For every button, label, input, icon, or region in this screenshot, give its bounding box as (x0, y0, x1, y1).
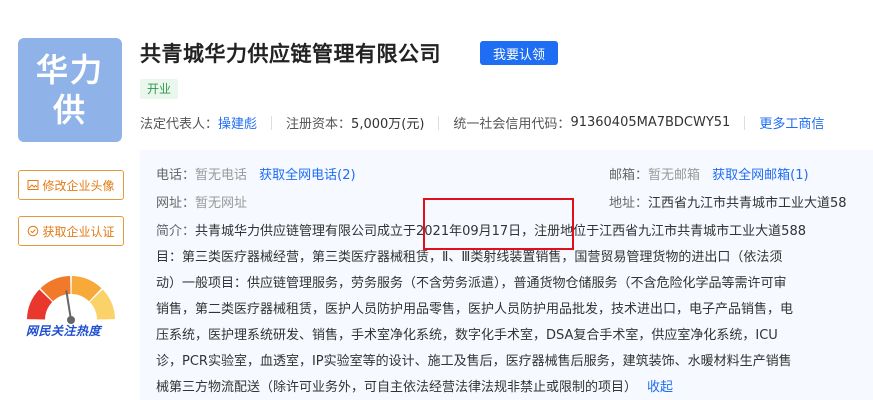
capital-label: 注册资本： (286, 117, 352, 132)
image-icon (27, 180, 39, 190)
divider (744, 115, 746, 130)
intro-line: 动）一般项目：供应链管理服务，劳务服务（不含劳务派遣），普通货物仓储服务（不含危… (156, 276, 787, 291)
credit-code-value: 91360405MA7BDCWY51 (570, 115, 731, 130)
logo-line-2: 供 (52, 91, 87, 129)
meta-row: 法定代表人： 操建彪 注册资本： 5,000万(元) 统一社会信用代码： 913… (140, 113, 824, 132)
company-logo: 华力 供 (18, 38, 122, 142)
get-certification-label: 获取企业认证 (42, 224, 115, 239)
get-certification-button[interactable]: 获取企业认证 (18, 216, 124, 246)
phone-label: 电话： (156, 168, 196, 183)
email-label: 邮箱： (609, 168, 649, 183)
intro-line: 简介：共青城华力供应链管理有限公司成立于2021年09月17日，注册地位于江西省… (156, 219, 873, 245)
claim-button[interactable]: 我要认领 (480, 41, 558, 65)
company-name: 共青城华力供应链管理有限公司 (140, 42, 441, 66)
legal-rep-link[interactable]: 操建彪 (218, 113, 257, 132)
divider (438, 115, 440, 130)
website-value: 暂无网址 (195, 196, 248, 211)
logo-line-1: 华力 (35, 51, 104, 89)
intro-line: 诊，PCR实验室，血透室，IP实验室等的设计、施工及售后，医疗器械售后服务，建筑… (156, 354, 792, 369)
credit-code-label: 统一社会信用代码： (453, 117, 571, 132)
intro-text: 共青城华力供应链管理有限公司成立于2021年09月17日，注册地位于江西省九江市… (195, 224, 806, 239)
status-badge: 开业 (140, 79, 179, 99)
website-row: 网址：暂无网址 (156, 192, 247, 211)
get-email-link[interactable]: 获取全网邮箱(1) (712, 168, 808, 183)
divider (271, 115, 273, 130)
capital-value: 5,000万(元) (351, 117, 425, 132)
badge-icon (28, 225, 39, 237)
address-value: 江西省九江市共青城市工业大道58 (648, 196, 847, 211)
email-row: 邮箱：暂无邮箱 获取全网邮箱(1) (609, 164, 809, 183)
intro-line: 目：第三类医疗器械经营，第三类医疗器械租赁，Ⅱ、Ⅲ类射线装置销售，国营贸易管理货… (156, 250, 783, 265)
company-intro: 简介：共青城华力供应链管理有限公司成立于2021年09月17日，注册地位于江西省… (156, 219, 873, 400)
intro-label: 简介： (156, 224, 196, 239)
edit-avatar-button[interactable]: 修改企业头像 (18, 170, 124, 200)
address-label: 地址： (609, 196, 649, 211)
gauge-needle (65, 290, 72, 321)
more-business-info-link[interactable]: 更多工商信 (759, 113, 824, 132)
phone-row: 电话：暂无电话 获取全网电话(2) (156, 164, 356, 183)
intro-line: 销售，第二类医疗器械租赁，医护人员防护用品零售，医护人员防护用品批发，技术进出口… (156, 302, 794, 317)
intro-line: 压系统，医护理系统研发、销售，手术室净化系统，数字化手术室，DSA复合手术室，供… (156, 328, 778, 343)
intro-line: 械第三方物流配送（除许可业务外，可自主依法经营法律法规非禁止或限制的项目） 收起 (156, 375, 873, 400)
address-row: 地址：江西省九江市共青城市工业大道58 (609, 192, 847, 211)
heat-label: 网民关注热度 (26, 324, 102, 338)
get-phone-link[interactable]: 获取全网电话(2) (259, 168, 355, 183)
collapse-link[interactable]: 收起 (647, 380, 673, 395)
email-value: 暂无邮箱 (648, 168, 701, 183)
website-label: 网址： (156, 196, 196, 211)
intro-text: 械第三方物流配送（除许可业务外，可自主依法经营法律法规非禁止或限制的项目） (156, 380, 638, 395)
edit-avatar-label: 修改企业头像 (42, 178, 115, 193)
phone-value: 暂无电话 (195, 168, 248, 183)
legal-rep-label: 法定代表人： (140, 117, 219, 132)
